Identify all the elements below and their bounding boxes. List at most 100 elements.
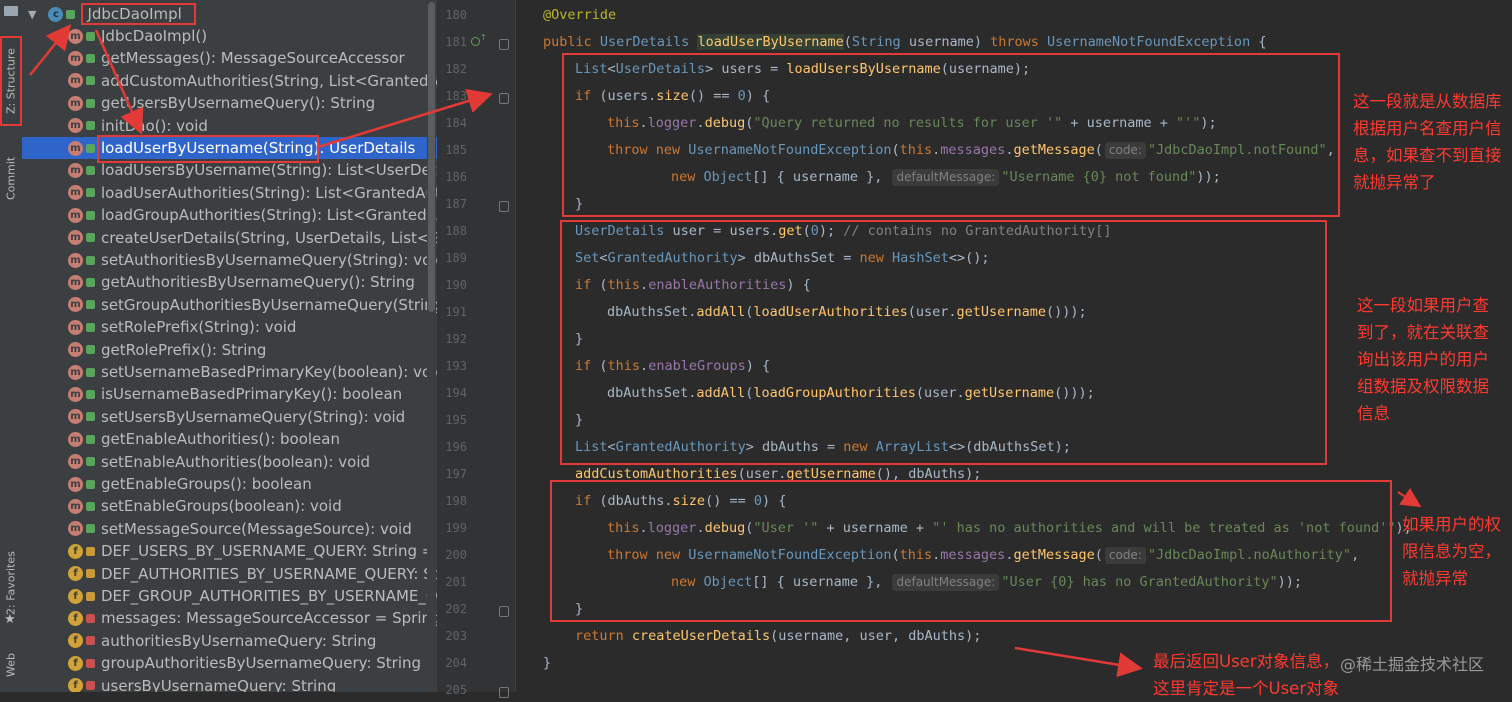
field-icon: f xyxy=(68,633,83,649)
line-number[interactable]: 201 xyxy=(437,575,467,589)
code-line: public UserDetails loadUserByUsername(St… xyxy=(543,34,1267,50)
structure-item-label: groupAuthoritiesByUsernameQuery: String xyxy=(101,654,422,673)
line-number[interactable]: 181 xyxy=(437,35,467,49)
structure-method-item[interactable]: m setUsernameBasedPrimaryKey(boolean): vo… xyxy=(22,361,437,383)
structure-class-node[interactable]: ▼ c JdbcDaoImpl xyxy=(22,3,437,25)
structure-item-label: messages: MessageSourceAccessor = Spring… xyxy=(101,609,437,628)
structure-field-item[interactable]: f groupAuthoritiesByUsernameQuery: String xyxy=(22,652,437,674)
structure-method-item[interactable]: m setRolePrefix(String): void xyxy=(22,316,437,338)
line-number[interactable]: 193 xyxy=(437,359,467,373)
structure-method-item[interactable]: m createUserDetails(String, UserDetails, … xyxy=(22,227,437,249)
public-access-icon xyxy=(66,9,76,19)
web-tool-tab[interactable]: Web xyxy=(0,645,22,685)
structure-field-item[interactable]: f DEF_AUTHORITIES_BY_USERNAME_QUERY: Stri… xyxy=(22,563,437,585)
structure-item-label: DEF_GROUP_AUTHORITIES_BY_USERNAME_QUERY xyxy=(101,587,437,605)
field-icon: f xyxy=(68,678,83,692)
structure-method-item[interactable]: m getMessages(): MessageSourceAccessor xyxy=(22,47,437,69)
method-icon: m xyxy=(68,140,83,156)
line-number[interactable]: 190 xyxy=(437,278,467,292)
line-number[interactable]: 197 xyxy=(437,467,467,481)
scrollbar-thumb[interactable] xyxy=(428,2,435,312)
structure-scrollbar[interactable] xyxy=(427,0,436,692)
structure-method-item[interactable]: m setAuthoritiesByUsernameQuery(String): … xyxy=(22,249,437,271)
override-arrow-icon: ↑ xyxy=(480,33,487,42)
structure-method-item[interactable]: m getEnableGroups(): boolean xyxy=(22,473,437,495)
method-icon: m xyxy=(68,28,83,44)
structure-method-item[interactable]: m addCustomAuthorities(String, List<Grant… xyxy=(22,70,437,92)
method-icon: m xyxy=(68,50,83,66)
structure-method-item[interactable]: m loadGroupAuthorities(String): List<Gran… xyxy=(22,204,437,226)
structure-method-item[interactable]: m getAuthoritiesByUsernameQuery(): String xyxy=(22,271,437,293)
line-number[interactable]: 180 xyxy=(437,8,467,22)
line-number[interactable]: 189 xyxy=(437,251,467,265)
structure-method-item[interactable]: m setUsersByUsernameQuery(String): void xyxy=(22,406,437,428)
override-marker-icon[interactable] xyxy=(471,37,480,46)
line-number[interactable]: 198 xyxy=(437,494,467,508)
line-number[interactable]: 194 xyxy=(437,386,467,400)
line-number[interactable]: 185 xyxy=(437,143,467,157)
web-tab-label: Web xyxy=(4,653,18,677)
method-icon: m xyxy=(68,252,83,268)
structure-field-item[interactable]: f messages: MessageSourceAccessor = Sprin… xyxy=(22,607,437,629)
line-number[interactable]: 183 xyxy=(437,89,467,103)
public-access-icon xyxy=(86,479,95,489)
line-number[interactable]: 182 xyxy=(437,62,467,76)
line-number[interactable]: 192 xyxy=(437,332,467,346)
structure-item-label: setUsersByUsernameQuery(String): void xyxy=(101,407,406,426)
expand-arrow-icon[interactable]: ▼ xyxy=(28,8,36,21)
line-number[interactable]: 204 xyxy=(437,656,467,670)
annotation-box-selected-method xyxy=(97,135,319,163)
structure-method-item[interactable]: m setEnableGroups(boolean): void xyxy=(22,495,437,517)
method-icon: m xyxy=(68,364,83,380)
fold-marker-icon[interactable] xyxy=(499,606,509,617)
fold-marker-icon[interactable] xyxy=(499,39,509,50)
line-number[interactable]: 203 xyxy=(437,629,467,643)
structure-field-item[interactable]: f usersByUsernameQuery: String xyxy=(22,675,437,692)
structure-method-item[interactable]: m getUsersByUsernameQuery(): String xyxy=(22,92,437,114)
method-icon: m xyxy=(68,409,83,425)
line-number[interactable]: 188 xyxy=(437,224,467,238)
structure-item-label: addCustomAuthorities(String, List<Grante… xyxy=(101,71,437,90)
structure-tab-label: Z: Structure xyxy=(4,48,18,114)
line-number[interactable]: 184 xyxy=(437,116,467,130)
fold-marker-icon[interactable] xyxy=(499,201,509,212)
structure-tool-tab[interactable]: Z: Structure xyxy=(0,36,22,126)
line-number[interactable]: 187 xyxy=(437,197,467,211)
structure-field-item[interactable]: f authoritiesByUsernameQuery: String xyxy=(22,630,437,652)
structure-method-item[interactable]: m loadUserAuthorities(String): List<Grant… xyxy=(22,182,437,204)
structure-method-item[interactable]: m getEnableAuthorities(): boolean xyxy=(22,428,437,450)
line-number[interactable]: 205 xyxy=(437,683,467,697)
structure-item-label: getUsersByUsernameQuery(): String xyxy=(101,94,376,113)
method-icon: m xyxy=(68,342,83,358)
line-number[interactable]: 199 xyxy=(437,521,467,535)
structure-item-label: getAuthoritiesByUsernameQuery(): String xyxy=(101,273,415,292)
line-number[interactable]: 195 xyxy=(437,413,467,427)
line-number[interactable]: 186 xyxy=(437,170,467,184)
line-number[interactable]: 196 xyxy=(437,440,467,454)
line-number[interactable]: 202 xyxy=(437,602,467,616)
line-number[interactable]: 191 xyxy=(437,305,467,319)
structure-method-item[interactable]: m setGroupAuthoritiesByUsernameQuery(Stri… xyxy=(22,294,437,316)
commit-tool-tab[interactable]: Commit xyxy=(0,145,22,211)
commit-tab-label: Commit xyxy=(4,156,18,200)
watermark: @稀土掘金技术社区 xyxy=(1340,655,1485,674)
structure-method-item[interactable]: m isUsernameBasedPrimaryKey(): boolean xyxy=(22,383,437,405)
structure-method-item[interactable]: m setEnableAuthorities(boolean): void xyxy=(22,451,437,473)
structure-method-item[interactable]: m getRolePrefix(): String xyxy=(22,339,437,361)
structure-field-item[interactable]: f DEF_USERS_BY_USERNAME_QUERY: String = "… xyxy=(22,540,437,562)
structure-method-item[interactable]: m setMessageSource(MessageSource): void xyxy=(22,518,437,540)
fold-marker-icon[interactable] xyxy=(499,687,509,698)
fold-marker-icon[interactable] xyxy=(499,93,509,104)
line-number[interactable]: 200 xyxy=(437,548,467,562)
structure-field-item[interactable]: f DEF_GROUP_AUTHORITIES_BY_USERNAME_QUERY xyxy=(22,585,437,607)
structure-method-item[interactable]: m JdbcDaoImpl() xyxy=(22,25,437,47)
static-access-icon xyxy=(86,591,95,601)
structure-item-label: authoritiesByUsernameQuery: String xyxy=(101,631,377,650)
structure-item-label: createUserDetails(String, UserDetails, L… xyxy=(101,228,437,247)
structure-method-item[interactable]: m initDao(): void xyxy=(22,115,437,137)
field-icon: f xyxy=(68,566,83,582)
folder-icon[interactable] xyxy=(4,6,18,16)
public-access-icon xyxy=(86,121,95,131)
private-access-icon xyxy=(86,636,95,646)
code-line: return createUserDetails(username, user,… xyxy=(575,628,982,644)
